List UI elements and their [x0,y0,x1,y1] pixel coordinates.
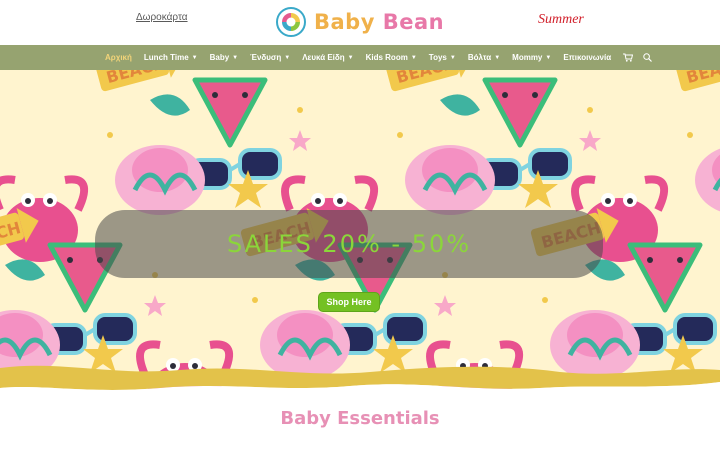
nav-item-home[interactable]: Αρχική [105,53,132,62]
bean-logo-icon [276,7,306,37]
nav-item-linens[interactable]: Λευκά Είδη ▼ [302,53,353,62]
nav-item-mommy[interactable]: Mommy ▼ [512,53,551,62]
chevron-down-icon: ▼ [284,54,291,61]
nav-item-baby[interactable]: Baby ▼ [210,53,239,62]
gift-card-link[interactable]: Δωροκάρτα [136,12,188,23]
logo-text: Baby Bean [314,10,444,34]
nav-label: Αρχική [105,53,132,62]
section-title: Baby Essentials [280,408,440,429]
sand-wave-divider [0,365,720,400]
chevron-down-icon: ▼ [410,54,417,61]
nav-item-toys[interactable]: Toys ▼ [429,53,456,62]
nav-label: Mommy [512,53,543,62]
chevron-down-icon: ▼ [191,54,198,61]
logo-word-baby: Baby [314,10,375,34]
chevron-down-icon: ▼ [449,54,456,61]
search-icon[interactable] [643,53,653,62]
nav-label: Βόλτα [467,53,492,62]
sale-banner-text: SALES 20% - 50% [226,230,472,258]
nav-item-kids-room[interactable]: Kids Room ▼ [366,53,417,62]
cart-icon[interactable] [623,53,634,62]
hero-banner: BEACH SALES 20% - 50% Shop Here [0,70,720,400]
main-nav: Αρχική Lunch Time ▼ Baby ▼ Ένδυση ▼ Λευκά Ε… [0,45,720,70]
top-bar: Δωροκάρτα Baby Bean Summer [0,0,720,45]
nav-label: Λευκά Είδη [302,53,345,62]
shop-here-button[interactable]: Shop Here [318,292,380,312]
site-logo[interactable]: Baby Bean [276,6,444,38]
sale-banner: SALES 20% - 50% [95,210,603,278]
nav-label: Επικοινωνία [563,53,612,62]
nav-label: Toys [428,53,447,62]
nav-item-clothing[interactable]: Ένδυση ▼ [250,53,290,62]
summer-label: Summer [538,12,584,27]
chevron-down-icon: ▼ [232,54,239,61]
nav-item-contact[interactable]: Επικοινωνία [563,53,611,62]
nav-label: Kids Room [365,53,408,62]
chevron-down-icon: ▼ [494,54,501,61]
nav-label: Ένδυση [250,53,282,62]
logo-word-bean: Bean [382,10,445,34]
nav-item-lunch-time[interactable]: Lunch Time ▼ [144,53,198,62]
chevron-down-icon: ▼ [347,54,354,61]
nav-label: Lunch Time [143,53,189,62]
nav-item-stroll[interactable]: Βόλτα ▼ [468,53,500,62]
nav-label: Baby [209,53,230,62]
chevron-down-icon: ▼ [545,54,552,61]
